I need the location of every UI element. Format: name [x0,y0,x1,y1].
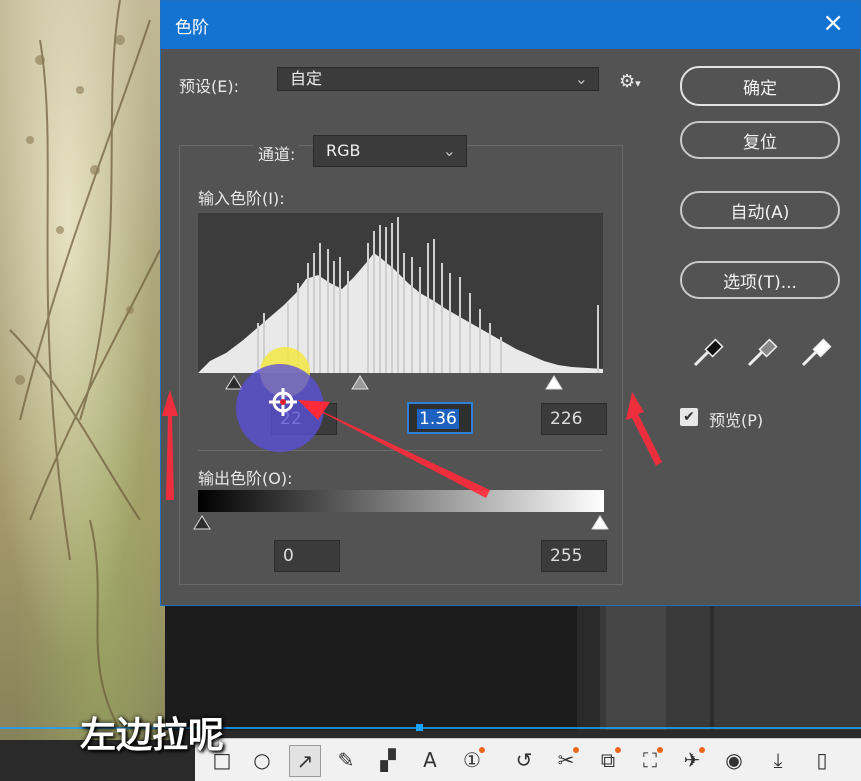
output-black-slider [193,515,211,530]
dialog-title: 色阶 [175,18,209,38]
preset-value: 自定 [290,69,323,88]
options-button[interactable]: 选项(T)... [680,261,840,299]
dialog-titlebar[interactable]: 色阶 × [161,1,860,49]
gamma-slider [351,375,369,390]
canvas-area [165,600,577,730]
input-white-value: 226 [550,409,583,429]
input-white-field[interactable]: 226 [541,403,607,435]
record-icon[interactable]: ◉ [719,745,749,775]
download-icon[interactable]: ⤓ [763,745,793,775]
auto-button[interactable]: 自动(A) [680,191,840,229]
text-tool-icon[interactable]: A [415,745,445,775]
channel-select[interactable]: RGB ⌄ [313,135,467,167]
input-levels-label: 输入色阶(I): [198,189,285,208]
output-white-value: 255 [550,546,583,566]
input-gamma-field[interactable]: 1.36 [407,402,473,434]
histogram [198,213,603,373]
eyedropper-white-icon[interactable] [799,337,835,369]
output-black-value: 0 [283,546,294,566]
number-marker-icon[interactable]: ① [457,745,487,775]
mosaic-tool-icon[interactable]: ▞ [373,745,403,775]
device-icon[interactable]: ▯ [807,745,837,775]
histogram-graph [198,217,603,373]
preset-select[interactable]: 自定 ⌄ [277,67,599,91]
cut-icon[interactable]: ✂ [551,745,581,775]
section-divider [198,450,602,451]
output-white-field[interactable]: 255 [541,540,607,572]
video-caption: 左边拉呢 [80,715,225,756]
output-white-slider [591,515,609,530]
pencil-tool-icon[interactable]: ✎ [331,745,361,775]
input-gamma-value: 1.36 [417,409,459,429]
ok-button[interactable]: 确定 [680,66,840,106]
gear-icon[interactable]: ⚙▾ [619,71,641,92]
input-black-field[interactable]: 22 [271,403,337,435]
output-slider-track[interactable] [193,513,613,533]
panel-area [600,600,861,730]
white-point-slider [545,375,563,390]
chevron-down-icon: ⌄ [442,141,456,160]
ellipse-tool-icon[interactable]: ○ [247,745,277,775]
input-black-value: 22 [280,409,302,429]
arrow-tool-icon[interactable]: ↗ [289,745,321,777]
pin-icon[interactable]: ✈ [677,745,707,775]
output-black-field[interactable]: 0 [274,540,340,572]
background-photo [0,0,170,740]
reset-button[interactable]: 复位 [680,121,840,159]
expand-icon[interactable]: ⛶ [635,745,665,775]
translate-icon[interactable]: ⧉ [593,745,623,775]
levels-dialog: 色阶 × 预设(E): 自定 ⌄ ⚙▾ 通道: RGB ⌄ 输入色阶(I): 2… [160,0,861,606]
preview-checkbox[interactable]: ✔ [680,408,698,426]
preview-label: 预览(P) [709,411,764,430]
input-slider-track[interactable] [198,373,604,393]
preset-label: 预设(E): [179,77,239,96]
close-icon[interactable]: × [822,10,844,36]
eyedropper-black-icon[interactable] [691,337,727,369]
undo-icon[interactable]: ↺ [509,745,539,775]
selection-handle[interactable] [416,724,423,731]
channel-value: RGB [326,141,361,160]
eyedropper-gray-icon[interactable] [745,337,781,369]
screenshot-toolbar: □ ○ ↗ ✎ ▞ A ① ↺ ✂ ⧉ ⛶ ✈ ◉ ⤓ ▯ [195,738,861,781]
output-levels-label: 输出色阶(O): [198,469,293,488]
black-point-slider [225,375,243,390]
chevron-down-icon: ⌄ [574,69,588,88]
channel-label: 通道: [254,141,300,165]
output-gradient [198,490,604,512]
